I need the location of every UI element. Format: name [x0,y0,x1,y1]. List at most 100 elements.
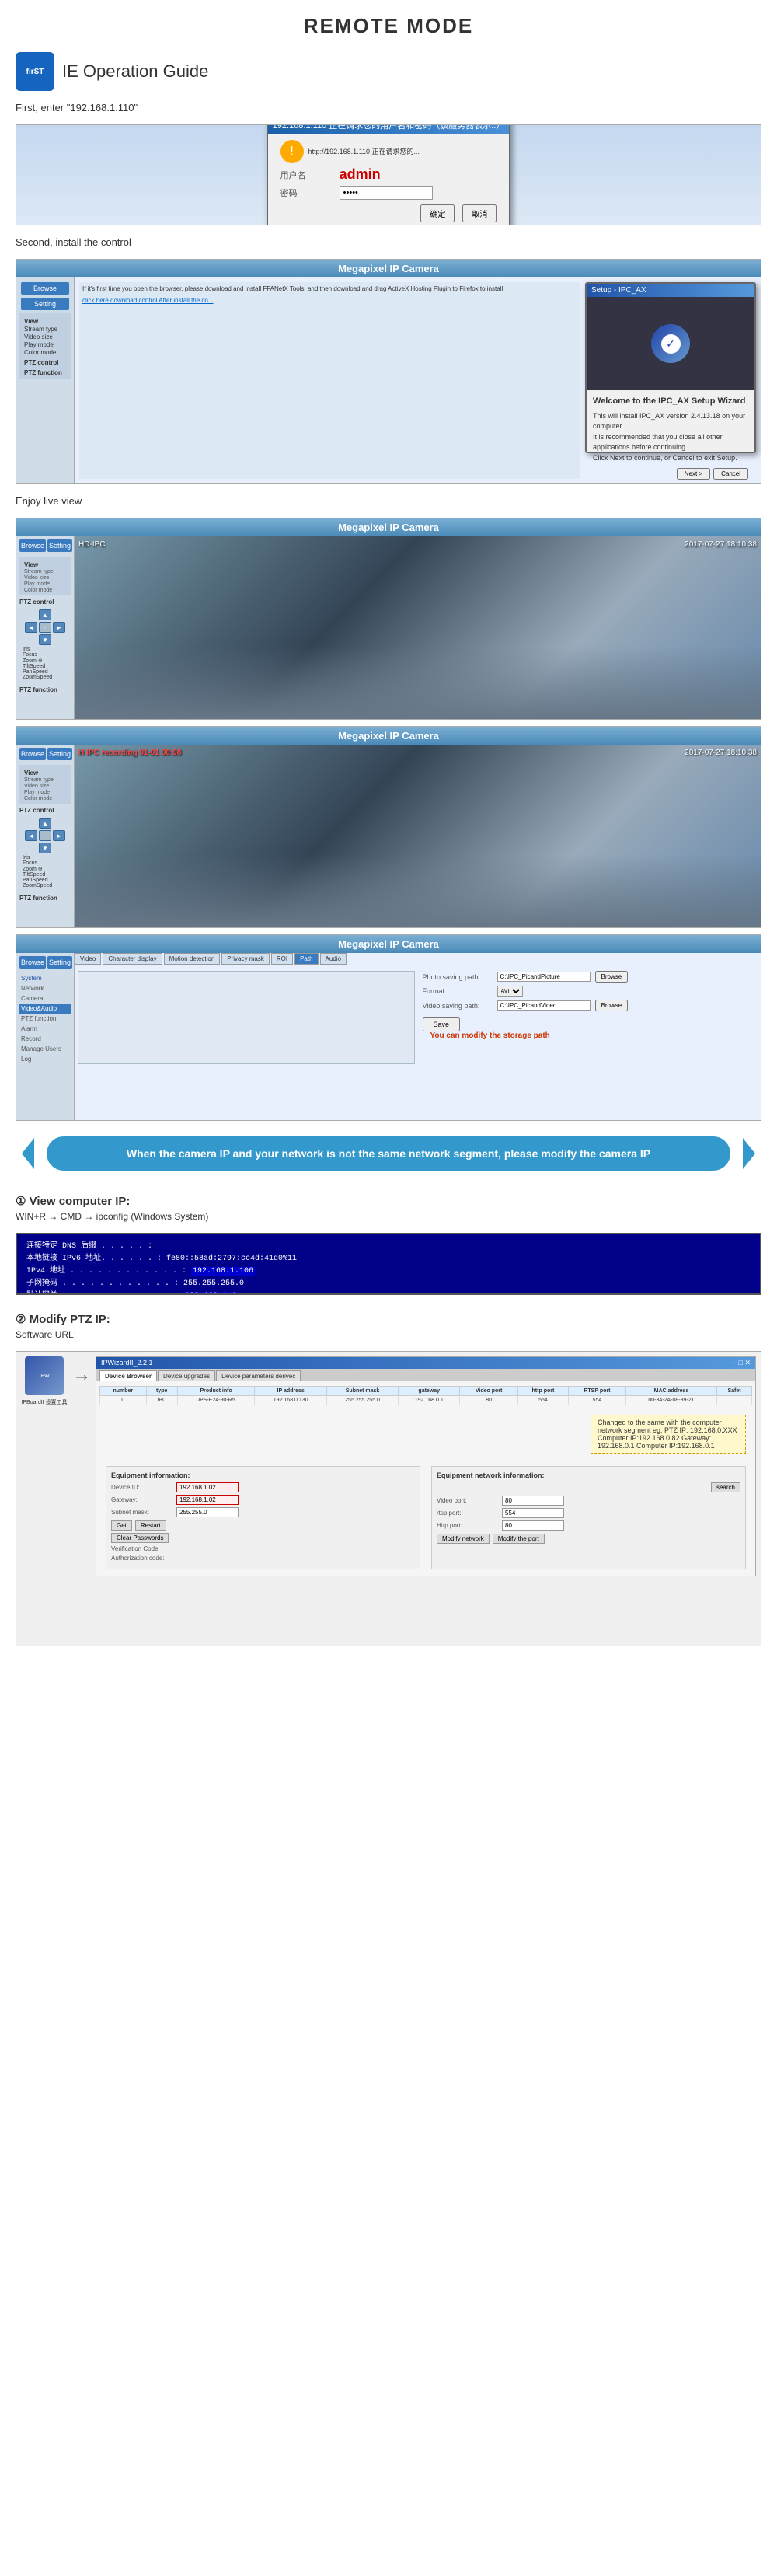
settings-browse-btn[interactable]: Browse [19,956,46,969]
clear-btn[interactable]: Clear Passwords [111,1533,169,1543]
ptz-panel-1: ▲ ◄ · ► ▼ Iris Focus Zoom ⊕ TiltSpeed Pa… [19,606,71,683]
equipment-info-panel: Equipment information: Device ID: Gatewa… [106,1466,420,1569]
photo-path-row: Photo saving path: Browse [423,971,758,983]
live-setting-btn[interactable]: Setting [47,539,72,552]
ptz-right[interactable]: ► [53,622,65,633]
live-setting-btn-2[interactable]: Setting [47,748,72,760]
view-label: View [24,318,66,325]
tab-privacy[interactable]: Privacy mask [221,953,270,965]
tab-roi[interactable]: ROI [271,953,293,965]
settings-ptz[interactable]: PTZ function [19,1014,71,1024]
next-btn[interactable]: Next > [677,468,710,480]
settings-manage[interactable]: Manage Users [19,1044,71,1054]
settings-save-btn[interactable]: Save [423,1017,461,1031]
network-title: Equipment network information: [437,1471,740,1479]
rtsp-input[interactable] [502,1508,564,1518]
live-main-1: HD-IPC 2017-07-27 18:10:38 [75,536,761,719]
subnet-label: Subnet mask: [111,1509,173,1516]
modify-port-btn[interactable]: Modify the port [493,1534,545,1544]
notice-arrow-left [22,1138,34,1169]
tab-video[interactable]: Video [75,953,101,965]
http-port-input[interactable] [502,1520,564,1531]
video-port-input[interactable] [502,1496,564,1506]
settings-system[interactable]: System [19,973,71,983]
photo-browse-btn[interactable]: Browse [595,971,629,983]
setup-dialog-body: ✓ [587,297,754,390]
ipcam-software-icon[interactable]: IPW [25,1356,64,1395]
tab-path[interactable]: Path [294,953,318,965]
device-id-input[interactable] [176,1482,239,1492]
restart-btn[interactable]: Restart [135,1520,166,1531]
ptz-center-2[interactable]: · [39,830,51,841]
format-select[interactable]: AVI [497,986,523,997]
modify-ptz-title: ② Modify PTZ IP: [16,1312,761,1326]
photo-path-input[interactable] [497,972,591,982]
ipcam-titlebar: IPWizardII_2.2.1 ─ □ ✕ [96,1357,755,1369]
live-browse-btn-2[interactable]: Browse [19,748,46,760]
path-settings-panel: Photo saving path: Browse Format: AVI Vi… [423,971,758,1064]
cmd-line-4: 子网掩码 . . . . . . . . . . . . : 255.255.2… [26,1278,751,1290]
col-rtsp: RTSP port [568,1387,625,1396]
col-http: http port [517,1387,568,1396]
tab-device-params[interactable]: Device parameters derivec [216,1370,301,1381]
dialog-title: 192.168.1.110 正在请求您的用户名和密码（该服务器表示..） [268,124,510,134]
video-path-input[interactable] [497,1000,591,1011]
auth-row: Authorization code: [111,1555,415,1562]
settings-camera[interactable]: Camera [19,993,71,1004]
password-input[interactable] [340,186,433,200]
software-url-label: Software URL: [16,1329,761,1340]
setup-cancel-btn[interactable]: Cancel [713,468,748,480]
live-sidebar-2: Browse Setting View Stream type Video si… [16,745,75,927]
live-browse-btn[interactable]: Browse [19,539,46,552]
settings-alarm[interactable]: Alarm [19,1024,71,1034]
confirm-button[interactable]: 确定 [420,204,455,222]
ptz-label: PTZ control [24,359,66,366]
gateway-input[interactable] [176,1495,239,1505]
ptz-center[interactable]: · [39,622,51,633]
settings-sidebar: Browse Setting System Network Camera Vid… [16,953,75,1120]
download-link[interactable]: click here download control After instal… [82,297,577,304]
login-screenshot: 192.168.1.110 正在请求您的用户名和密码（该服务器表示..） ! h… [16,124,761,225]
settings-main: Video Character display Motion detection… [75,953,761,1120]
col-safety: Safet [717,1387,752,1396]
modify-network-btn[interactable]: Modify network [437,1534,490,1544]
browse-btn[interactable]: Browse [21,282,69,295]
settings-network[interactable]: Network [19,983,71,993]
video-browse-btn[interactable]: Browse [595,1000,629,1011]
changed-note-area: Changed to the same with the computer ne… [96,1408,755,1460]
col-video: Video port [460,1387,518,1396]
gateway-value: 192.168.1.1 [183,1292,238,1295]
settings-tab-bar: Video Character display Motion detection… [75,953,761,965]
ptz-up-2[interactable]: ▲ [39,818,51,829]
tab-audio[interactable]: Audio [320,953,347,965]
tab-device-browser[interactable]: Device Browser [99,1370,157,1381]
ptz-up[interactable]: ▲ [39,609,51,620]
ptz-tiltspeed: TiltSpeed [23,664,68,669]
notice-box: When the camera IP and your network is n… [47,1136,730,1171]
tab-motion[interactable]: Motion detection [164,953,221,965]
verification-label: Verification Code: [111,1545,173,1552]
ipcam-window: IPWizardII_2.2.1 ─ □ ✕ Device Browser De… [96,1356,756,1576]
tab-character[interactable]: Character display [103,953,162,965]
video-port-row: Video port: [437,1496,740,1506]
dialog-message: http://192.168.1.110 正在请求您的... [308,147,420,157]
settings-videoaudio[interactable]: Video&Audio [19,1004,71,1014]
ptz-right-2[interactable]: ► [53,830,65,841]
ptz-down-2[interactable]: ▼ [39,843,51,853]
subnet-input[interactable] [176,1507,239,1517]
col-number: number [100,1387,147,1396]
search-btn[interactable]: search [711,1482,740,1492]
settings-record[interactable]: Record [19,1034,71,1044]
ptz-left[interactable]: ◄ [25,622,37,633]
settings-log[interactable]: Log [19,1054,71,1064]
cancel-button[interactable]: 取消 [462,204,497,222]
setup-icon: ✓ [651,324,690,363]
tab-device-upgrade[interactable]: Device upgrades [158,1370,215,1381]
video-path-label: Video saving path: [423,1002,493,1010]
setting-btn[interactable]: Setting [21,298,69,310]
get-btn[interactable]: Get [111,1520,132,1531]
settings-setting-btn[interactable]: Setting [47,956,72,969]
ptz-down[interactable]: ▼ [39,634,51,645]
ptz-left-2[interactable]: ◄ [25,830,37,841]
storage-note: You can modify the storage path [430,1031,758,1040]
